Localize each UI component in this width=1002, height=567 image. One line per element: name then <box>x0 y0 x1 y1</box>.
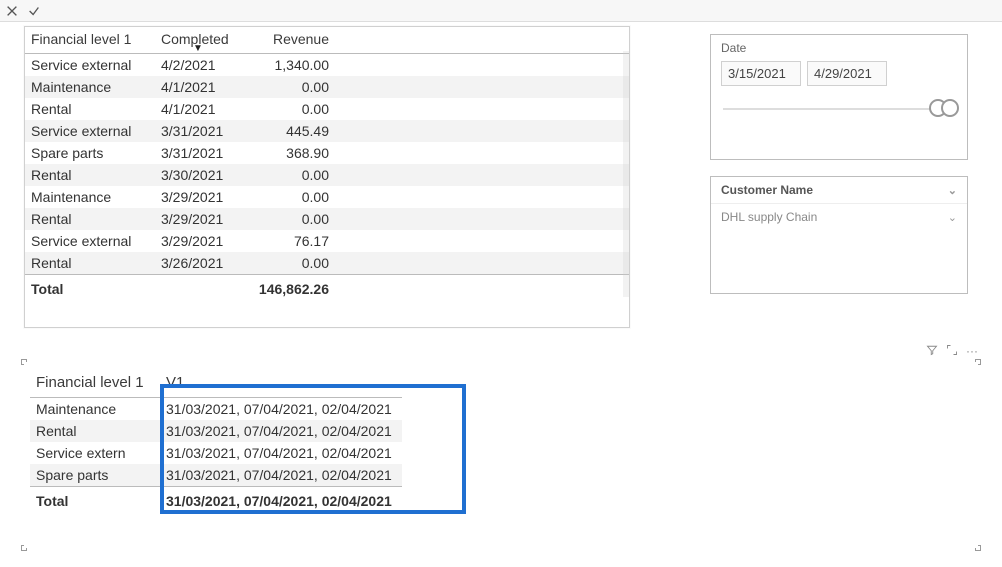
col-financial-level[interactable]: Financial level 1 <box>25 27 155 54</box>
col-completed[interactable]: Completed ▼ <box>155 27 245 54</box>
focus-mode-icon[interactable] <box>946 344 958 359</box>
date-from-input[interactable]: 3/15/2021 <box>721 61 801 86</box>
table-row[interactable]: Rental3/26/20210.00 <box>25 252 629 275</box>
table-row[interactable]: Service external3/31/2021445.49 <box>25 120 629 142</box>
table-row[interactable]: Service extern31/03/2021, 07/04/2021, 02… <box>30 442 402 464</box>
col-revenue[interactable]: Revenue <box>245 27 335 54</box>
chevron-down-icon: ⌄ <box>948 211 957 224</box>
total-value: 31/03/2021, 07/04/2021, 02/04/2021 <box>160 487 402 513</box>
more-options-icon[interactable]: ··· <box>966 344 978 359</box>
date-slider-handle-right[interactable] <box>941 99 959 117</box>
table-row[interactable]: Service external4/2/20211,340.00 <box>25 54 629 77</box>
total-label: Total <box>30 487 160 513</box>
filter-icon[interactable] <box>926 344 938 359</box>
col-v1[interactable]: V1 <box>160 370 402 398</box>
scrollbar[interactable] <box>623 51 629 297</box>
formula-bar-strip <box>0 0 1002 22</box>
revenue-table-visual[interactable]: Financial level 1 Completed ▼ Revenue Se… <box>24 26 630 328</box>
table-row[interactable]: Maintenance4/1/20210.00 <box>25 76 629 98</box>
table-row[interactable]: Rental31/03/2021, 07/04/2021, 02/04/2021 <box>30 420 402 442</box>
customer-selected[interactable]: DHL supply Chain ⌄ <box>711 204 967 230</box>
table-row[interactable]: Spare parts3/31/2021368.90 <box>25 142 629 164</box>
close-icon[interactable] <box>4 3 20 19</box>
v1-table-body: Financial level 1 V1 Maintenance31/03/20… <box>24 362 978 548</box>
table-row[interactable]: Spare parts31/03/2021, 07/04/2021, 02/04… <box>30 464 402 487</box>
total-label: Total <box>25 275 155 301</box>
table-row[interactable]: Service external3/29/202176.17 <box>25 230 629 252</box>
table-row[interactable]: Rental3/29/20210.00 <box>25 208 629 230</box>
sort-desc-icon: ▼ <box>193 43 203 54</box>
date-slider-track[interactable] <box>723 108 955 110</box>
col-financial-level[interactable]: Financial level 1 <box>30 370 160 398</box>
table-row[interactable]: Rental4/1/20210.00 <box>25 98 629 120</box>
table-row[interactable]: Rental3/30/20210.00 <box>25 164 629 186</box>
visual-header-icons: ··· <box>926 344 978 359</box>
customer-slicer-header[interactable]: Customer Name ⌄ <box>711 177 967 204</box>
date-slicer-title: Date <box>711 35 967 57</box>
table-row[interactable]: Maintenance31/03/2021, 07/04/2021, 02/04… <box>30 398 402 421</box>
v1-table-visual[interactable]: ··· Financial level 1 V1 Maintenance31/0… <box>24 362 978 548</box>
customer-slicer[interactable]: Customer Name ⌄ DHL supply Chain ⌄ <box>710 176 968 294</box>
date-slicer[interactable]: Date 3/15/2021 4/29/2021 <box>710 34 968 160</box>
date-to-input[interactable]: 4/29/2021 <box>807 61 887 86</box>
chevron-down-icon: ⌄ <box>948 184 957 197</box>
table-row[interactable]: Maintenance3/29/20210.00 <box>25 186 629 208</box>
report-canvas: Financial level 1 Completed ▼ Revenue Se… <box>0 22 1002 567</box>
total-value: 146,862.26 <box>245 275 335 301</box>
revenue-table: Financial level 1 Completed ▼ Revenue Se… <box>25 27 629 300</box>
confirm-icon[interactable] <box>26 3 42 19</box>
